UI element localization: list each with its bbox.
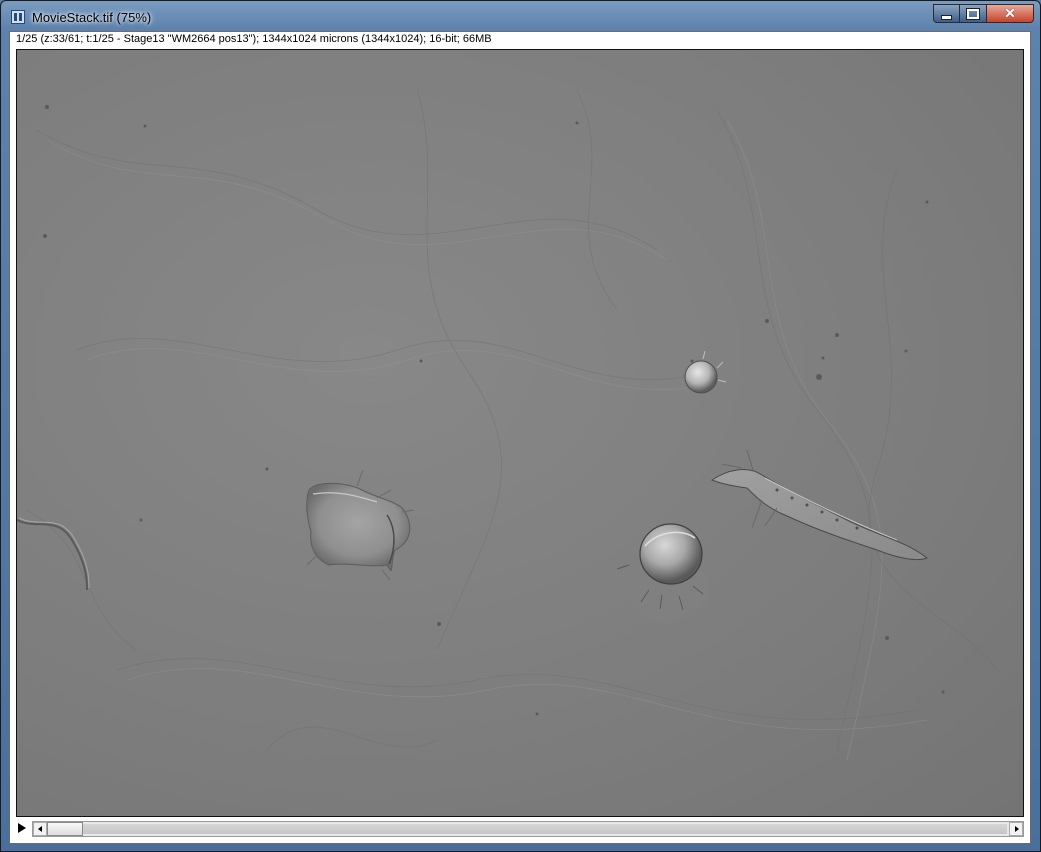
cell-elongated xyxy=(710,449,928,561)
imagej-window: MovieStack.tif (75%) ✕ 1/25 (z:33/61; t:… xyxy=(0,0,1041,852)
window-controls: ✕ xyxy=(933,4,1034,24)
cell-round-large xyxy=(616,523,709,624)
image-canvas[interactable] xyxy=(16,49,1024,817)
stack-slider[interactable] xyxy=(32,821,1024,837)
slider-track[interactable] xyxy=(83,824,1007,834)
play-icon[interactable] xyxy=(18,823,26,833)
cell-round-small xyxy=(684,350,727,394)
fiber-texture xyxy=(26,89,998,751)
imagej-app-icon[interactable] xyxy=(11,10,25,24)
maximize-button[interactable] xyxy=(960,4,987,23)
arrow-right-icon[interactable] xyxy=(1009,822,1023,836)
microscopy-image xyxy=(17,89,998,761)
cell-spread xyxy=(306,469,415,581)
arrow-left-icon[interactable] xyxy=(33,822,47,836)
maximize-icon xyxy=(966,7,980,20)
image-window-client: 1/25 (z:33/61; t:1/25 - Stage13 "WM2664 … xyxy=(9,31,1031,844)
minimize-icon xyxy=(941,14,952,20)
slider-thumb[interactable] xyxy=(47,822,83,836)
stack-slider-row xyxy=(16,821,1024,837)
membrane-fold xyxy=(17,519,88,591)
close-button[interactable]: ✕ xyxy=(987,4,1034,23)
close-icon: ✕ xyxy=(1004,5,1016,21)
title-bar[interactable]: MovieStack.tif (75%) ✕ xyxy=(1,1,1040,31)
debris-particles xyxy=(43,105,945,716)
image-info-line: 1/25 (z:33/61; t:1/25 - Stage13 "WM2664 … xyxy=(16,33,492,45)
minimize-button[interactable] xyxy=(933,4,960,23)
window-title: MovieStack.tif (75%) xyxy=(32,10,152,25)
